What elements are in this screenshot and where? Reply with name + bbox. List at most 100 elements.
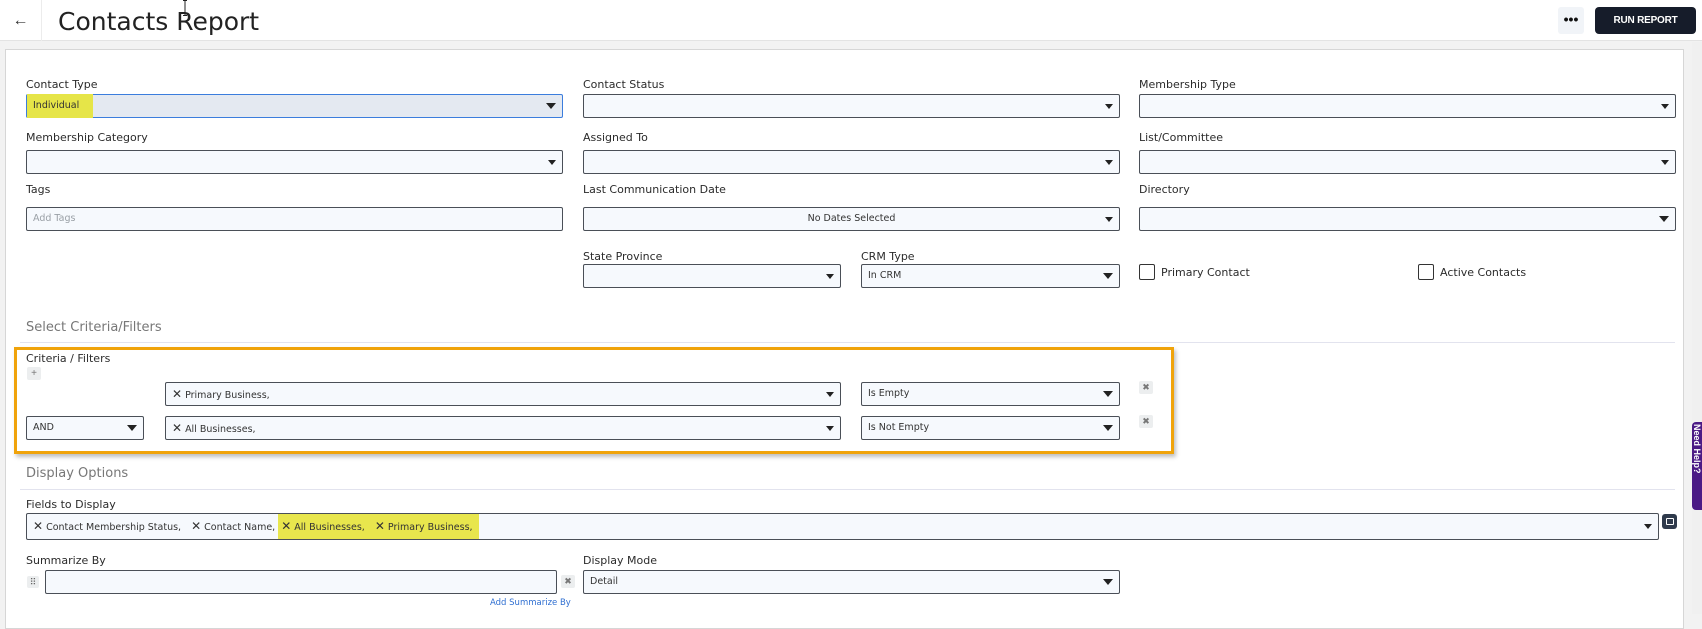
remove-chip-icon[interactable]: ✕ [172, 387, 182, 401]
chevron-down-icon [127, 425, 137, 431]
report-settings-panel [5, 49, 1684, 629]
crm-type-select[interactable]: In CRM [861, 264, 1120, 288]
primary-contact-label: Primary Contact [1161, 266, 1250, 279]
highlight-marker: ✕ All Businesses, ✕ Primary Business, [278, 514, 479, 540]
close-icon: ✖ [564, 576, 572, 586]
display-options-title: Display Options [26, 466, 129, 481]
need-help-tab[interactable]: Need Help? [1692, 422, 1702, 510]
assigned-to-select[interactable] [583, 150, 1120, 174]
plus-icon: + [31, 368, 37, 379]
display-divider [20, 489, 1675, 490]
columns-icon[interactable] [1662, 514, 1677, 529]
field-chip-label: All Businesses, [294, 522, 365, 533]
contact-type-select[interactable]: Individual [26, 94, 563, 118]
remove-chip-icon[interactable]: ✕ [281, 519, 291, 533]
criteria-divider [20, 342, 1675, 343]
more-options-button[interactable]: ••• [1558, 7, 1584, 34]
summarize-by-label: Summarize By [26, 554, 106, 567]
criteria-operator-value: Is Empty [868, 388, 910, 399]
directory-select[interactable] [1139, 207, 1676, 231]
remove-chip-icon[interactable]: ✕ [375, 519, 385, 533]
back-button[interactable]: ← [0, 0, 42, 41]
field-chip[interactable]: ✕ Contact Membership Status, [33, 514, 181, 540]
contact-type-value: Individual [33, 100, 80, 111]
drag-handle-icon[interactable]: ⠿ [27, 576, 39, 588]
last-communication-date-value: No Dates Selected [807, 213, 896, 224]
remove-criteria-button[interactable]: ✖ [1139, 415, 1153, 428]
chevron-down-icon [1105, 104, 1113, 109]
remove-chip-icon[interactable]: ✕ [191, 519, 201, 533]
list-committee-select[interactable] [1139, 150, 1676, 174]
list-committee-label: List/Committee [1139, 131, 1223, 144]
membership-type-label: Membership Type [1139, 78, 1236, 91]
fields-to-display-label: Fields to Display [26, 498, 116, 511]
chevron-down-icon [1661, 104, 1669, 109]
run-report-button[interactable]: RUN REPORT [1595, 7, 1696, 34]
tags-label: Tags [26, 183, 51, 196]
chevron-down-icon [1103, 391, 1113, 397]
close-icon: ✖ [1142, 382, 1150, 392]
criteria-conjunction-select[interactable]: AND [26, 416, 144, 440]
state-province-select[interactable] [583, 264, 841, 288]
chevron-down-icon [1103, 579, 1113, 585]
criteria-section-title: Select Criteria/Filters [26, 320, 162, 335]
top-bar: ← Contacts Report ••• RUN REPORT [0, 0, 1702, 41]
close-icon: ✖ [1142, 416, 1150, 426]
field-chip-label: Contact Name, [204, 522, 276, 533]
membership-type-select[interactable] [1139, 94, 1676, 118]
criteria-operator-select[interactable]: Is Not Empty [861, 416, 1120, 440]
field-chip[interactable]: ✕ Contact Name, [191, 514, 275, 540]
crm-type-value: In CRM [868, 270, 902, 281]
display-mode-select[interactable]: Detail [583, 570, 1120, 594]
add-criteria-button[interactable]: + [27, 367, 41, 380]
criteria-field-value: All Businesses, [185, 424, 256, 435]
membership-category-select[interactable] [26, 150, 563, 174]
field-chip-label: Primary Business, [387, 522, 473, 533]
criteria-conjunction-value: AND [33, 422, 54, 433]
chevron-down-icon [1103, 273, 1113, 279]
assigned-to-label: Assigned To [583, 131, 648, 144]
criteria-operator-select[interactable]: Is Empty [861, 382, 1120, 406]
chevron-down-icon [1105, 217, 1113, 222]
fields-to-display-select[interactable]: ✕ Contact Membership Status, ✕ Contact Nam… [26, 513, 1659, 540]
remove-chip-icon[interactable]: ✕ [33, 519, 43, 533]
chevron-down-icon [548, 160, 556, 165]
remove-summarize-button[interactable]: ✖ [561, 575, 575, 588]
contact-status-select[interactable] [583, 94, 1120, 118]
display-mode-value: Detail [590, 576, 618, 587]
text-cursor-icon [183, 0, 187, 16]
summarize-by-input[interactable] [45, 570, 557, 594]
remove-criteria-button[interactable]: ✖ [1139, 381, 1153, 394]
remove-chip-icon[interactable]: ✕ [172, 421, 182, 435]
chevron-down-icon [1103, 425, 1113, 431]
field-chip[interactable]: ✕ All Businesses, [281, 514, 365, 540]
criteria-field-chip[interactable]: ✕ All Businesses, [172, 417, 256, 441]
criteria-filters-label: Criteria / Filters [26, 352, 111, 365]
chevron-down-icon [1644, 524, 1652, 529]
field-chip-label: Contact Membership Status, [46, 522, 182, 533]
chevron-down-icon [826, 274, 834, 279]
active-contacts-checkbox[interactable] [1418, 264, 1434, 280]
criteria-field-value: Primary Business, [185, 390, 270, 401]
criteria-field-select[interactable]: ✕ Primary Business, [165, 382, 841, 406]
last-communication-date-select[interactable]: No Dates Selected [583, 207, 1120, 231]
criteria-operator-value: Is Not Empty [868, 422, 930, 433]
display-mode-label: Display Mode [583, 554, 658, 567]
last-communication-date-label: Last Communication Date [583, 183, 726, 196]
directory-label: Directory [1139, 183, 1190, 196]
chevron-down-icon [1659, 216, 1669, 222]
add-summarize-by-link[interactable]: Add Summarize By [490, 598, 571, 608]
chevron-down-icon [1105, 160, 1113, 165]
criteria-field-chip[interactable]: ✕ Primary Business, [172, 383, 270, 407]
chevron-down-icon [1661, 160, 1669, 165]
criteria-field-select[interactable]: ✕ All Businesses, [165, 416, 841, 440]
chevron-down-icon [826, 426, 834, 431]
tags-input[interactable]: Add Tags [26, 207, 563, 231]
page-scrollbar[interactable] [1692, 42, 1702, 614]
field-chip[interactable]: ✕ Primary Business, [375, 514, 473, 540]
active-contacts-label: Active Contacts [1440, 266, 1527, 279]
chevron-down-icon [826, 392, 834, 397]
contact-status-label: Contact Status [583, 78, 665, 91]
contact-type-label: Contact Type [26, 78, 98, 91]
primary-contact-checkbox[interactable] [1139, 264, 1155, 280]
